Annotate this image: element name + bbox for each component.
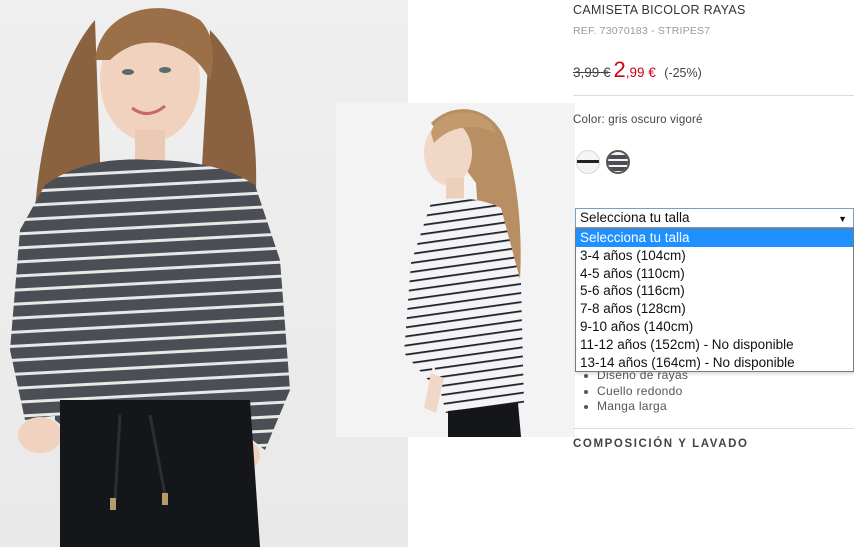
sale-price-integer: 2 (613, 57, 626, 82)
size-option[interactable]: 3-4 años (104cm) (576, 247, 853, 265)
list-item: Cuello redondo (583, 384, 688, 400)
size-option[interactable]: 13-14 años (164cm) - No disponible (576, 354, 853, 372)
size-option[interactable]: Selecciona tu talla (576, 229, 853, 247)
sale-price-decimals: ,99 € (625, 65, 656, 80)
product-title: CAMISETA BICOLOR RAYAS (573, 3, 746, 17)
product-photo-alt-image (404, 109, 524, 437)
size-option[interactable]: 4-5 años (110cm) (576, 265, 853, 283)
divider (573, 95, 854, 96)
original-price: 3,99 € (573, 65, 611, 80)
chevron-down-icon: ▼ (838, 214, 847, 224)
color-swatch-dark-icon (608, 155, 628, 171)
size-option[interactable]: 5-6 años (116cm) (576, 282, 853, 300)
size-option[interactable]: 11-12 años (152cm) - No disponible (576, 336, 853, 354)
discount-badge: (-25%) (664, 66, 702, 80)
list-item: Manga larga (583, 399, 688, 415)
divider (573, 428, 854, 429)
color-swatch-light-icon (577, 160, 599, 163)
striped-dark-grey-swatch[interactable] (606, 150, 630, 174)
striped-white-swatch[interactable] (576, 150, 600, 174)
product-photo-alt[interactable] (336, 103, 575, 437)
product-info-panel: CAMISETA BICOLOR RAYAS REF. 73070183 - S… (573, 0, 854, 547)
size-option[interactable]: 9-10 años (140cm) (576, 318, 853, 336)
price-block: 3,99 €2,99 € (-25%) (573, 57, 702, 83)
size-dropdown-list: Selecciona tu talla 3-4 años (104cm) 4-5… (575, 228, 854, 372)
color-label: Color: gris oscuro vigoré (573, 114, 703, 126)
size-option[interactable]: 7-8 años (128cm) (576, 300, 853, 318)
product-description-list: Diseño de rayas Cuello redondo Manga lar… (583, 368, 688, 415)
size-select-value: Selecciona tu talla (580, 210, 690, 225)
size-select[interactable]: Selecciona tu talla ▼ (575, 208, 854, 228)
composition-section-toggle[interactable]: COMPOSICIÓN Y LAVADO (573, 438, 749, 450)
product-reference: REF. 73070183 - STRIPES7 (573, 25, 711, 37)
